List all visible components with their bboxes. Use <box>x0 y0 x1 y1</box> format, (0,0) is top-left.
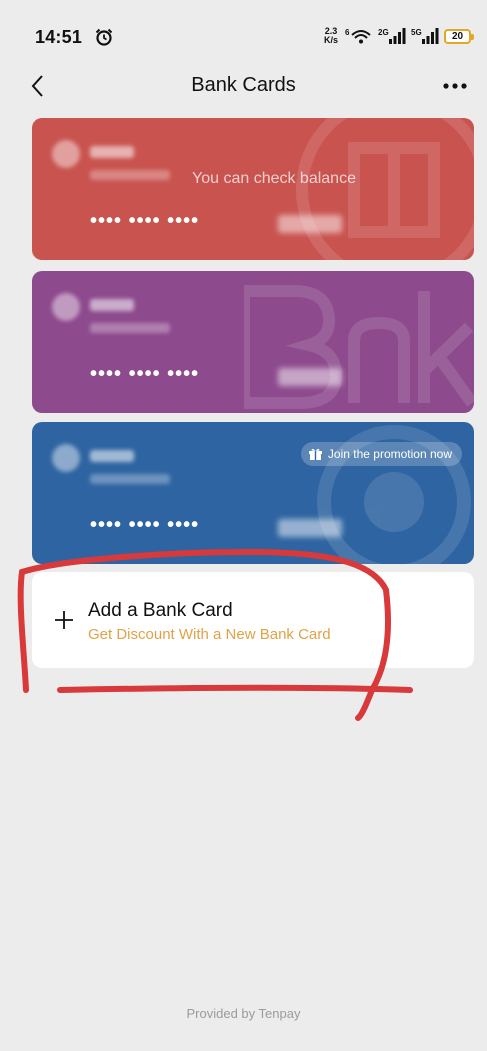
card-type-redacted <box>90 323 170 333</box>
alarm-icon <box>95 28 113 46</box>
signal-2g-icon: 2G <box>378 28 406 44</box>
wifi-icon: 6 <box>345 28 371 44</box>
card-last-digits-redacted <box>278 519 342 537</box>
add-card-discount-text: Get Discount With a New Bank Card <box>88 626 331 643</box>
card-last-digits-redacted <box>278 368 342 386</box>
bank-logo <box>52 293 80 321</box>
plus-icon <box>55 611 73 629</box>
svg-text:2G: 2G <box>378 28 389 37</box>
add-card-title: Add a Bank Card <box>88 600 233 621</box>
card-last-digits-redacted <box>278 215 342 233</box>
bank-name-redacted <box>90 299 134 311</box>
bank-card[interactable]: Join the promotion now •••• •••• •••• <box>32 422 474 564</box>
bank-name-redacted <box>90 146 134 158</box>
signal-5g-icon: 5G <box>411 28 439 44</box>
join-promotion-button[interactable]: Join the promotion now <box>300 442 462 466</box>
provider-footer: Provided by Tenpay <box>186 1006 301 1021</box>
card-type-redacted <box>90 474 170 484</box>
add-bank-card-button[interactable]: Add a Bank Card Get Discount With a New … <box>32 572 474 668</box>
bank-logo <box>52 444 80 472</box>
page-title: Bank Cards <box>191 74 296 96</box>
masked-card-number: •••• •••• •••• <box>90 514 200 536</box>
battery-level: 20 <box>451 30 464 42</box>
masked-card-number: •••• •••• •••• <box>90 210 200 232</box>
masked-card-number: •••• •••• •••• <box>90 363 200 385</box>
net-speed: 2.3 K/s <box>323 26 338 45</box>
svg-text:5G: 5G <box>411 28 422 37</box>
bank-watermark-icon <box>244 285 474 409</box>
status-icons: 2.3 K/s 6 2G 5G 20 <box>322 23 474 49</box>
gift-icon <box>308 448 322 460</box>
bank-card[interactable]: •••• •••• •••• <box>32 271 474 413</box>
status-time: 14:51 <box>35 27 83 47</box>
bank-name-redacted <box>90 450 134 462</box>
promotion-label: Join the promotion now <box>327 447 452 461</box>
bank-cards-screen: 14:51 2.3 K/s 6 2G 5G 20 Bank Cards You … <box>12 0 475 1051</box>
svg-text:6: 6 <box>345 28 350 37</box>
check-balance-text: You can check balance <box>192 170 356 187</box>
battery-indicator: 20 <box>444 28 474 44</box>
card-type-redacted <box>90 170 170 180</box>
status-bar: 14:51 2.3 K/s 6 2G 5G 20 <box>12 0 475 64</box>
ellipsis-icon[interactable] <box>439 76 471 96</box>
bank-logo <box>52 140 80 168</box>
bank-watermark-icon <box>296 118 474 260</box>
nav-bar: Bank Cards <box>12 64 475 110</box>
bank-card[interactable]: You can check balance •••• •••• •••• <box>32 118 474 260</box>
battery-cap <box>471 33 474 40</box>
